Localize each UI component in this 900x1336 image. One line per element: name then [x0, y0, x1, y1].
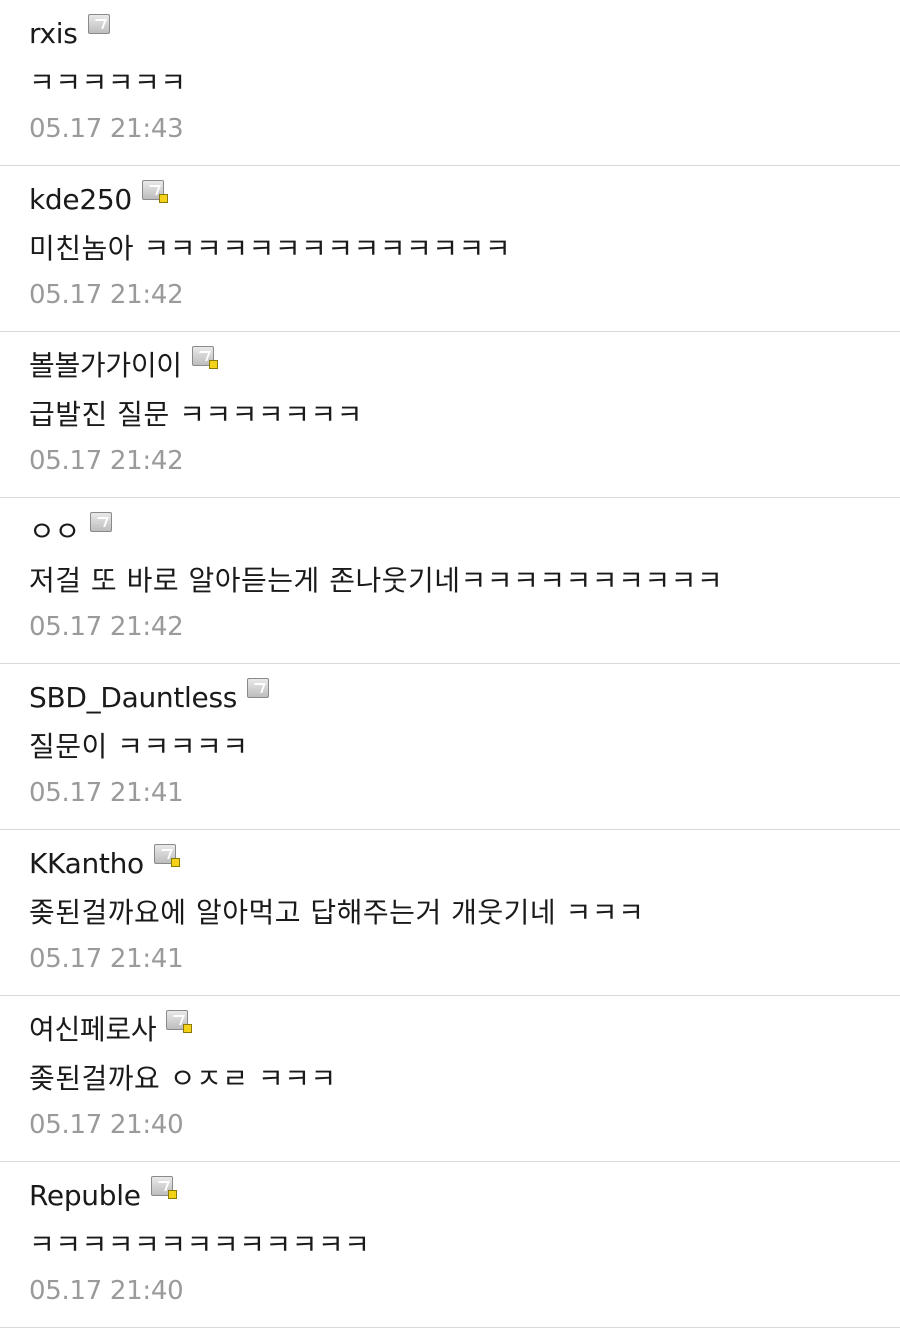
comment-timestamp: 05.17 21:42 — [29, 280, 184, 310]
comment-item: rxis ㅋㅋㅋㅋㅋㅋ 05.17 21:43 — [0, 0, 900, 166]
gallery-user-icon — [89, 511, 117, 539]
fixed-nick-user-icon — [166, 1009, 193, 1037]
comment-item: ㅇㅇ 저걸 또 바로 알아듣는게 존나웃기네ㅋㅋㅋㅋㅋㅋㅋㅋㅋㅋ 05.17 2… — [0, 498, 900, 664]
fixed-nick-user-icon — [191, 345, 219, 373]
comment-item: kde250 미친놈아 ㅋㅋㅋㅋㅋㅋㅋㅋㅋㅋㅋㅋㅋㅋ 05.17 21:42 — [0, 166, 900, 332]
comment-header: KKantho — [29, 843, 181, 883]
comment-author[interactable]: ㅇㅇ — [29, 513, 80, 551]
gallery-user-icon — [247, 677, 274, 705]
comment-author[interactable]: 여신페로사 — [29, 1011, 157, 1049]
comment-header: rxis — [29, 13, 115, 53]
comment-list: rxis ㅋㅋㅋㅋㅋㅋ 05.17 21:43 kde250 미친놈아 ㅋㅋㅋㅋ… — [0, 0, 900, 1328]
comment-header: SBD_Dauntless — [29, 677, 274, 717]
comment-text: 좆된걸까요에 알아먹고 답해주는거 개웃기네 ㅋㅋㅋ — [29, 896, 645, 929]
comment-author[interactable]: SBD_Dauntless — [29, 679, 237, 717]
comment-header: 여신페로사 — [29, 1009, 193, 1049]
comment-text: 미친놈아 ㅋㅋㅋㅋㅋㅋㅋㅋㅋㅋㅋㅋㅋㅋ — [29, 232, 512, 265]
comment-text: ㅋㅋㅋㅋㅋㅋ — [29, 66, 187, 99]
comment-item: 여신페로사 좆된걸까요 ㅇㅈㄹ ㅋㅋㅋ 05.17 21:40 — [0, 996, 900, 1162]
comment-text: 질문이 ㅋㅋㅋㅋㅋ — [29, 730, 249, 763]
comment-author[interactable]: 볼볼가가이이 — [29, 347, 182, 385]
comment-text: 저걸 또 바로 알아듣는게 존나웃기네ㅋㅋㅋㅋㅋㅋㅋㅋㅋㅋ — [29, 564, 724, 597]
comment-timestamp: 05.17 21:42 — [29, 446, 184, 476]
comment-timestamp: 05.17 21:42 — [29, 612, 184, 642]
comment-timestamp: 05.17 21:40 — [29, 1276, 184, 1306]
comment-text: 급발진 질문 ㅋㅋㅋㅋㅋㅋㅋ — [29, 398, 363, 431]
fixed-nick-user-icon — [153, 843, 181, 871]
comment-timestamp: 05.17 21:41 — [29, 778, 184, 808]
comment-author[interactable]: kde250 — [29, 181, 132, 219]
comment-author[interactable]: rxis — [29, 15, 78, 53]
comment-header: kde250 — [29, 179, 169, 219]
comment-item: KKantho 좆된걸까요에 알아먹고 답해주는거 개웃기네 ㅋㅋㅋ 05.17… — [0, 830, 900, 996]
comment-text: 좆된걸까요 ㅇㅈㄹ ㅋㅋㅋ — [29, 1062, 337, 1095]
fixed-nick-user-icon — [150, 1175, 178, 1203]
comment-timestamp: 05.17 21:41 — [29, 944, 184, 974]
comment-header: 볼볼가가이이 — [29, 345, 219, 385]
comment-header: Republe — [29, 1175, 178, 1215]
fixed-nick-user-icon — [141, 179, 169, 207]
comment-timestamp: 05.17 21:40 — [29, 1110, 184, 1140]
comment-item: Republe ㅋㅋㅋㅋㅋㅋㅋㅋㅋㅋㅋㅋㅋ 05.17 21:40 — [0, 1162, 900, 1328]
comment-text: ㅋㅋㅋㅋㅋㅋㅋㅋㅋㅋㅋㅋㅋ — [29, 1228, 371, 1261]
comment-author[interactable]: KKantho — [29, 845, 144, 883]
comment-header: ㅇㅇ — [29, 511, 117, 551]
comment-author[interactable]: Republe — [29, 1177, 141, 1215]
comment-item: SBD_Dauntless 질문이 ㅋㅋㅋㅋㅋ 05.17 21:41 — [0, 664, 900, 830]
comment-timestamp: 05.17 21:43 — [29, 114, 184, 144]
gallery-user-icon — [87, 13, 115, 41]
comment-item: 볼볼가가이이 급발진 질문 ㅋㅋㅋㅋㅋㅋㅋ 05.17 21:42 — [0, 332, 900, 498]
